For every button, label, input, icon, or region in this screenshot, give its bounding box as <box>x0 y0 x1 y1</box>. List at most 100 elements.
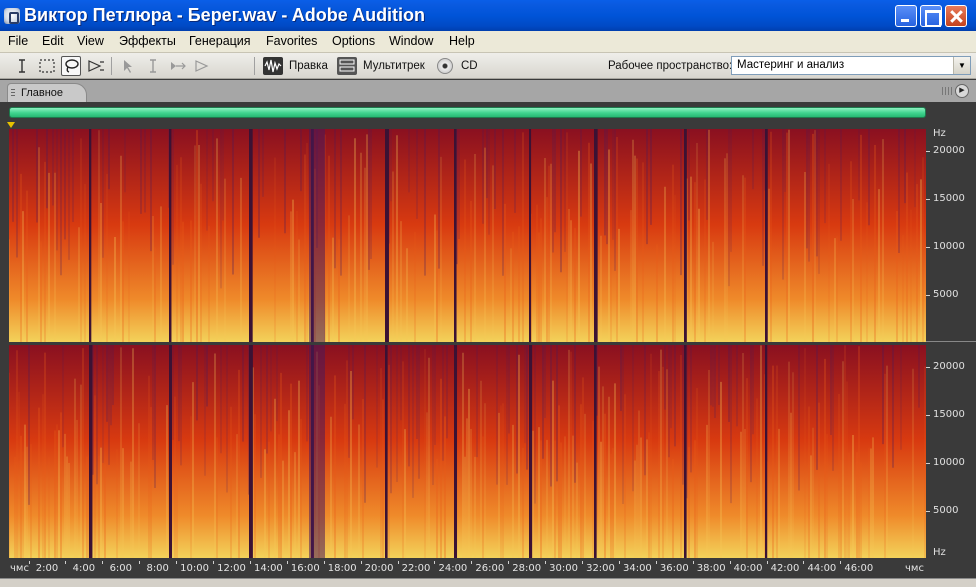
time-tick <box>655 561 657 564</box>
multitrack-view-icon[interactable] <box>337 57 357 75</box>
channel-separator <box>926 341 976 342</box>
multitrack-view-button[interactable]: Мультитрек <box>363 60 425 72</box>
time-label: 46:00 <box>844 563 874 574</box>
freq-tick <box>926 511 930 512</box>
menu-bar: File Edit View Эффекты Генерация Favorit… <box>0 31 976 53</box>
menu-generate[interactable]: Генерация <box>189 34 251 48</box>
edit-view-icon[interactable] <box>263 57 283 75</box>
freq-tick <box>926 415 930 416</box>
time-tick <box>360 561 362 564</box>
time-label: 40:00 <box>733 563 763 574</box>
time-unit-label: чмс <box>10 563 29 574</box>
menu-effects[interactable]: Эффекты <box>119 34 176 48</box>
spectrogram-left-channel[interactable] <box>9 129 926 342</box>
time-label: 4:00 <box>72 563 96 574</box>
close-button[interactable] <box>945 5 967 27</box>
time-tick <box>692 561 694 564</box>
time-unit-label: чмс <box>905 563 924 574</box>
menu-view[interactable]: View <box>77 34 104 48</box>
playhead-marker[interactable] <box>7 122 15 128</box>
time-label: 38:00 <box>696 563 726 574</box>
title-bar[interactable]: Виктор Петлюра - Берег.wav - Adobe Audit… <box>0 0 976 31</box>
cd-view-button[interactable]: CD <box>461 60 478 72</box>
workspace-dropdown[interactable]: Мастеринг и анализ ▼ <box>731 56 971 75</box>
time-label: 26:00 <box>475 563 505 574</box>
move-tool-icon[interactable] <box>118 56 138 76</box>
freq-tick <box>926 367 930 368</box>
main-panel-header: Главное ▶ <box>0 80 976 102</box>
tab-main[interactable]: Главное <box>7 83 87 102</box>
time-tick <box>766 561 768 564</box>
edit-view-button[interactable]: Правка <box>289 60 328 72</box>
toolbar-separator <box>111 57 112 75</box>
time-label: 24:00 <box>438 563 468 574</box>
freq-tick <box>926 247 930 248</box>
panel-grip-icon[interactable] <box>942 87 952 95</box>
maximize-button[interactable] <box>920 5 942 27</box>
tab-grip-icon[interactable] <box>11 89 15 98</box>
slip-tool-icon[interactable] <box>168 56 188 76</box>
menu-file[interactable]: File <box>8 34 28 48</box>
time-tick <box>508 561 510 564</box>
time-tick <box>397 561 399 564</box>
freq-unit-label: Hz <box>933 547 946 558</box>
freq-label: 10000 <box>933 241 965 252</box>
time-label: 18:00 <box>327 563 357 574</box>
spectral-display[interactable]: Hz 20000 15000 10000 5000 20000 15000 10… <box>0 122 976 562</box>
time-label: 12:00 <box>217 563 246 574</box>
time-label: 30:00 <box>549 563 579 574</box>
time-label: 34:00 <box>622 563 652 574</box>
status-strip <box>0 578 976 587</box>
menu-favorites[interactable]: Favorites <box>266 34 317 48</box>
time-selection-tool-icon[interactable] <box>12 56 32 76</box>
workspace-label: Рабочее пространство: <box>608 60 733 72</box>
time-tick <box>286 561 288 564</box>
time-tick <box>102 561 104 564</box>
spectrogram-background <box>9 129 926 342</box>
panel-menu-button[interactable]: ▶ <box>955 84 969 98</box>
overview-zoom-bar[interactable] <box>9 107 926 118</box>
spectrogram-right-channel[interactable] <box>9 345 926 558</box>
freq-tick <box>926 151 930 152</box>
toolbar-separator <box>254 57 255 75</box>
minimize-button[interactable] <box>895 5 917 27</box>
freq-label: 20000 <box>933 361 965 372</box>
effects-paintbrush-tool-icon[interactable] <box>86 56 106 76</box>
time-label: 32:00 <box>586 563 615 574</box>
scrub-tool-icon[interactable] <box>193 56 213 76</box>
freq-tick <box>926 199 930 200</box>
freq-label: 15000 <box>933 409 965 420</box>
time-tick <box>434 561 436 564</box>
menu-window[interactable]: Window <box>389 34 433 48</box>
adobe-audition-icon[interactable] <box>4 8 20 24</box>
dropdown-arrow-icon[interactable]: ▼ <box>953 57 970 74</box>
menu-help[interactable]: Help <box>449 34 475 48</box>
hybrid-tool-icon[interactable] <box>143 56 163 76</box>
time-ruler[interactable]: чмс чмс 2:00 4:00 6:00 8:00 10:00 12:00 14:00 1… <box>0 561 976 578</box>
lasso-selection-tool-icon[interactable] <box>61 56 81 76</box>
time-tick <box>840 561 842 564</box>
time-label: 22:00 <box>401 563 431 574</box>
time-tick <box>139 561 141 564</box>
time-label: 42:00 <box>770 563 800 574</box>
menu-options[interactable]: Options <box>332 34 375 48</box>
time-label: 8:00 <box>146 563 169 574</box>
time-label: 14:00 <box>253 563 283 574</box>
audition-window: Виктор Петлюра - Берег.wav - Adobe Audit… <box>0 0 976 587</box>
time-tick <box>28 561 30 564</box>
freq-label: 15000 <box>933 193 965 204</box>
time-tick <box>176 561 178 564</box>
freq-label: 20000 <box>933 145 965 156</box>
freq-label: 5000 <box>933 505 959 516</box>
window-title: Виктор Петлюра - Берег.wav - Adobe Audit… <box>24 5 426 25</box>
time-tick <box>213 561 214 564</box>
marquee-selection-tool-icon[interactable] <box>37 56 57 76</box>
menu-edit[interactable]: Edit <box>42 34 64 48</box>
time-tick <box>471 561 473 564</box>
cd-view-icon[interactable] <box>437 58 453 74</box>
freq-label: 10000 <box>933 457 965 468</box>
time-label: 6:00 <box>109 563 133 574</box>
time-label: 28:00 <box>512 563 542 574</box>
time-label: 44:00 <box>807 563 837 574</box>
time-label: 2:00 <box>35 563 59 574</box>
